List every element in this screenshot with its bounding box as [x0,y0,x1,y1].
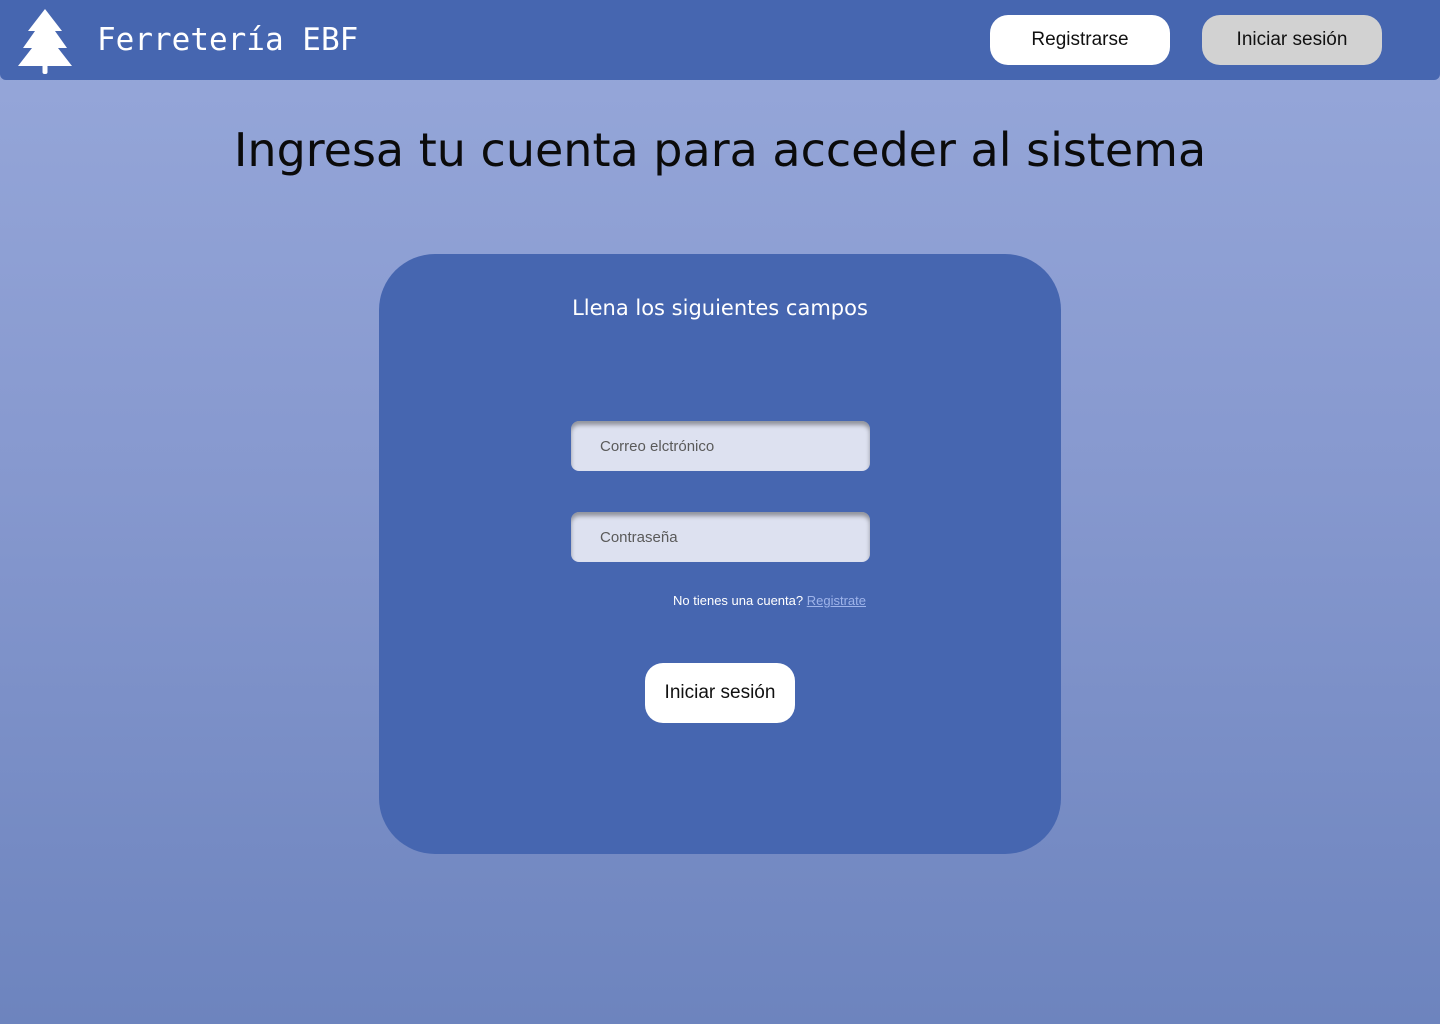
password-field[interactable] [571,512,870,562]
tree-icon [18,9,72,74]
form-heading: Llena los siguientes campos [572,296,868,320]
email-field[interactable] [571,421,870,471]
login-submit-button[interactable]: Iniciar sesión [645,663,795,723]
login-card: Llena los siguientes campos No tienes un… [379,254,1061,854]
top-navbar: Ferretería EBF Registrarse Iniciar sesió… [0,0,1440,80]
signup-link[interactable]: Registrate [807,593,866,608]
register-button[interactable]: Registrarse [990,15,1170,65]
signup-prompt: No tienes una cuenta? [673,593,804,608]
signup-hint: No tienes una cuenta? Registrate [571,592,866,610]
page-title: Ingresa tu cuenta para acceder al sistem… [233,123,1207,177]
login-nav-button[interactable]: Iniciar sesión [1202,15,1382,65]
brand-name: Ferretería EBF [97,22,359,58]
